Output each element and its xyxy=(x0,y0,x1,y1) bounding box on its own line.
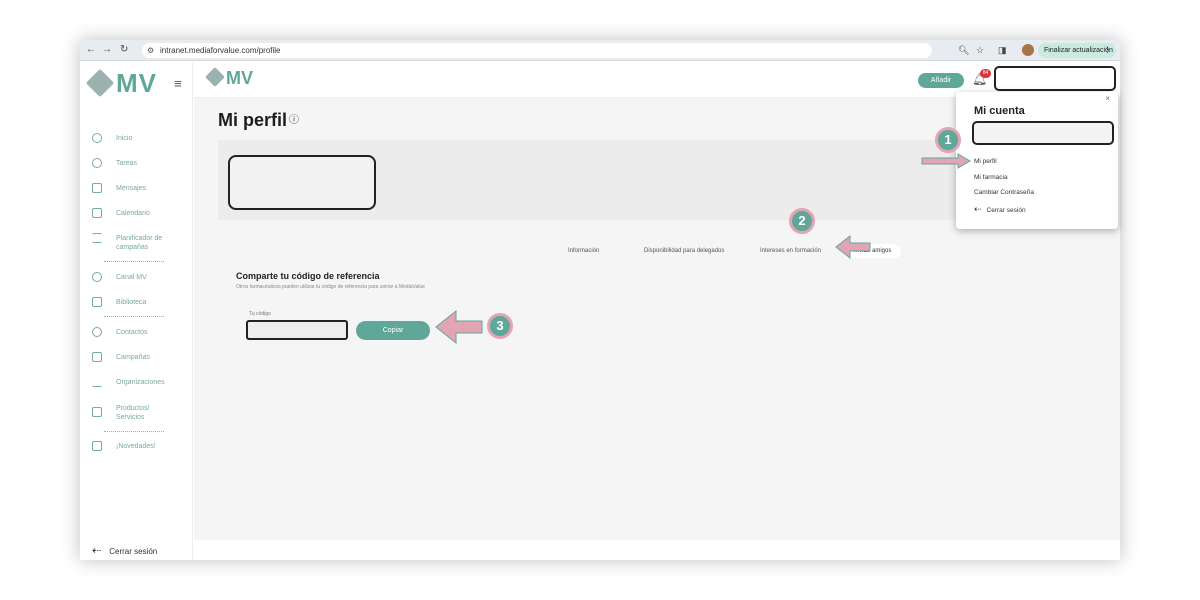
logout-icon: ⇠ xyxy=(92,545,102,557)
referral-title: Comparte tu código de referencia xyxy=(236,271,380,281)
menu-item-cambiar-contrasena[interactable]: Cambiar Contraseña xyxy=(974,189,1034,196)
zoom-icon[interactable]: 🔍︎ xyxy=(958,43,969,57)
browser-avatar[interactable] xyxy=(1022,44,1034,56)
account-dropdown: × Mi cuenta Mi perfil Mi farmacia Cambia… xyxy=(956,92,1118,229)
menu-item-mi-farmacia[interactable]: Mi farmacia xyxy=(974,174,1008,181)
tab-intereses[interactable]: Intereses en formación xyxy=(760,248,821,254)
dropdown-title: Mi cuenta xyxy=(974,105,1025,117)
profile-photo-placeholder[interactable] xyxy=(228,155,376,210)
address-bar[interactable]: ⚙ intranet.mediaforvalue.com/profile xyxy=(142,43,932,58)
contacts-icon xyxy=(92,327,102,337)
logo-gem-icon xyxy=(205,67,225,87)
news-icon xyxy=(92,441,102,451)
menu-dots-icon: ⋮ xyxy=(1104,47,1111,54)
notification-badge: 84 xyxy=(980,69,991,78)
sidebar: MV ≡ Inicio Tareas Mensajes Calendario P… xyxy=(80,62,193,560)
step-marker-3: 3 xyxy=(487,313,513,339)
sidebar-divider xyxy=(104,316,164,317)
microscope-icon xyxy=(92,377,102,387)
sidebar-divider xyxy=(104,431,164,432)
close-icon[interactable]: × xyxy=(1105,94,1110,103)
url-text: intranet.mediaforvalue.com/profile xyxy=(160,46,281,55)
menu-item-mi-perfil[interactable]: Mi perfil xyxy=(974,158,997,165)
tab-informacion[interactable]: Información xyxy=(568,248,599,254)
planner-icon xyxy=(92,233,102,243)
calendar-icon xyxy=(92,208,102,218)
account-name-box xyxy=(972,121,1114,145)
mail-icon xyxy=(92,183,102,193)
grid-icon xyxy=(92,297,102,307)
referral-subtitle: Otros farmacéuticos pueden utilizar tu c… xyxy=(236,284,425,290)
sidebar-logout-button[interactable]: ⇠ Cerrar sesión xyxy=(92,544,157,557)
megaphone-icon xyxy=(92,352,102,362)
header-logo[interactable]: MV xyxy=(205,67,253,89)
logo-gem-icon xyxy=(85,68,115,98)
tab-invitar-amigos[interactable]: Invitar amigos xyxy=(844,244,902,258)
logout-icon: ⇠ xyxy=(974,204,982,214)
copy-button[interactable]: Copiar xyxy=(356,321,430,340)
site-settings-icon[interactable]: ⚙ xyxy=(147,43,154,58)
play-icon xyxy=(92,272,102,282)
update-button[interactable]: Finalizar actualización ⋮ xyxy=(1038,43,1116,58)
page-title: Mi perfil ⓘ xyxy=(218,110,300,130)
user-menu[interactable] xyxy=(994,66,1116,91)
browser-bar: ← → ↻ ⚙ intranet.mediaforvalue.com/profi… xyxy=(80,40,1120,61)
tab-disponibilidad[interactable]: Disponibilidad para delegados xyxy=(644,248,724,254)
store-icon xyxy=(92,407,102,417)
step-marker-1: 1 xyxy=(935,127,961,153)
menu-item-cerrar-sesion[interactable]: ⇠ Cerrar sesión xyxy=(974,204,1026,215)
footer-strip xyxy=(194,540,1120,560)
referral-code-input[interactable] xyxy=(246,320,348,340)
home-icon xyxy=(92,133,102,143)
sidebar-divider xyxy=(104,261,164,262)
check-circle-icon xyxy=(92,158,102,168)
menu-icon[interactable]: ≡ xyxy=(174,76,182,91)
help-icon[interactable]: ⓘ xyxy=(289,115,299,126)
forward-icon[interactable]: → xyxy=(102,43,112,57)
sidebar-logo[interactable]: MV xyxy=(85,68,157,99)
back-icon[interactable]: ← xyxy=(86,43,96,57)
step-marker-2: 2 xyxy=(789,208,815,234)
add-button[interactable]: Añadir xyxy=(918,73,964,88)
sidepanel-icon[interactable]: ◨ xyxy=(998,43,1007,57)
star-icon[interactable]: ☆ xyxy=(976,43,984,57)
code-label: Tu código xyxy=(249,311,271,317)
reload-icon[interactable]: ↻ xyxy=(120,43,128,57)
